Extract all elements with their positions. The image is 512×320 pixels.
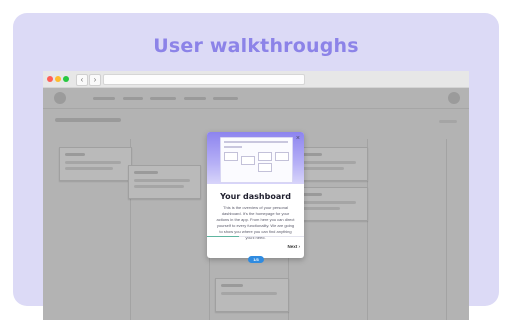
hero-title: User walkthroughs (153, 35, 359, 57)
address-bar[interactable] (103, 74, 305, 85)
browser-toolbar: ‹ › (43, 71, 469, 88)
nav-item-placeholder[interactable] (93, 97, 115, 100)
page-action-placeholder[interactable] (439, 120, 457, 123)
close-window-icon[interactable] (47, 76, 53, 82)
step-indicator: 1/3 (248, 256, 264, 263)
avatar[interactable] (448, 92, 460, 104)
walkthrough-modal: × Your dashboard This is the overview of… (207, 132, 304, 258)
nav-item-placeholder[interactable] (123, 97, 143, 100)
board-card[interactable] (294, 187, 368, 221)
close-icon[interactable]: × (296, 135, 300, 142)
logo-icon (54, 92, 66, 104)
maximize-window-icon[interactable] (63, 76, 69, 82)
board-card[interactable] (59, 147, 132, 181)
board-column (368, 139, 447, 320)
nav-item-placeholder[interactable] (150, 97, 176, 100)
walkthrough-progress-fill (207, 236, 239, 237)
modal-illustration: × (207, 132, 304, 184)
app-top-bar (43, 88, 469, 109)
page-title-placeholder (55, 118, 121, 122)
board-card[interactable] (294, 147, 368, 181)
nav-item-placeholder[interactable] (184, 97, 206, 100)
next-button[interactable]: Next › (287, 244, 300, 249)
board-card[interactable] (128, 165, 201, 199)
minimize-window-icon[interactable] (55, 76, 61, 82)
dashboard-preview-image (220, 137, 293, 183)
nav-item-placeholder[interactable] (213, 97, 238, 100)
modal-title: Your dashboard (220, 192, 291, 201)
walkthrough-progress-bar (207, 236, 304, 237)
forward-arrow-icon[interactable]: › (89, 74, 101, 86)
back-arrow-icon[interactable]: ‹ (76, 74, 88, 86)
board-card[interactable] (215, 278, 289, 312)
